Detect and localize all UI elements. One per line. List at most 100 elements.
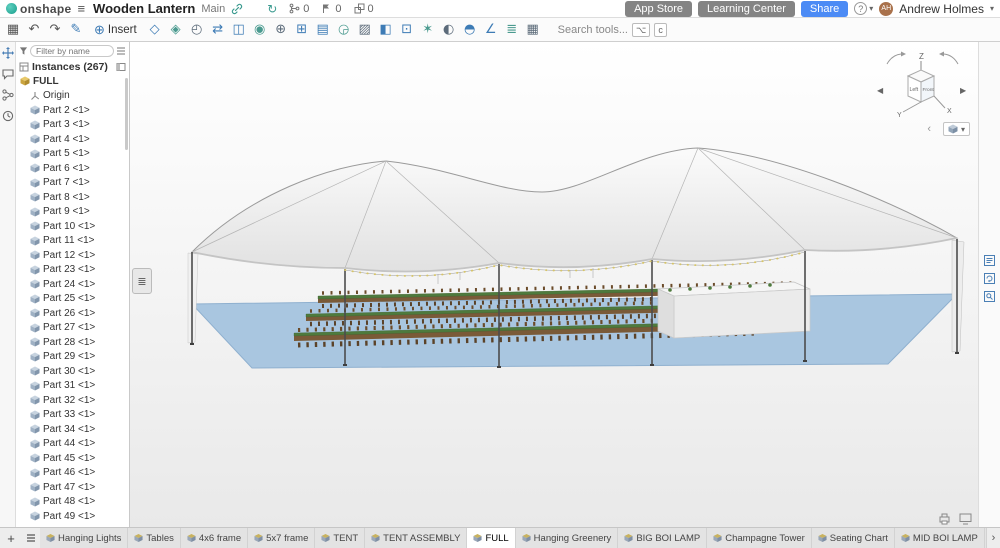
- document-tab[interactable]: Champagne Tower: [707, 528, 812, 548]
- document-tab[interactable]: TENT: [315, 528, 365, 548]
- panels-icon[interactable]: ▦: [3, 20, 23, 40]
- exploded-view-icon[interactable]: ✶: [418, 20, 438, 40]
- tree-origin[interactable]: Origin: [16, 89, 129, 104]
- standard-content-icon[interactable]: ◧: [376, 20, 396, 40]
- instance-row[interactable]: Part 12 <1>: [16, 248, 129, 263]
- add-tab-button[interactable]: +: [0, 528, 22, 548]
- section-view-icon[interactable]: ◓: [460, 20, 480, 40]
- model-viewport[interactable]: [130, 42, 978, 527]
- learning-center-button[interactable]: Learning Center: [698, 1, 795, 17]
- link-icon[interactable]: [231, 3, 243, 15]
- mate-connector-icon[interactable]: ⊕: [271, 20, 291, 40]
- document-tab[interactable]: Hanging Greenery: [516, 528, 619, 548]
- measure-icon[interactable]: ∠: [481, 20, 501, 40]
- list-options-icon[interactable]: [116, 46, 126, 56]
- instance-row[interactable]: Part 33 <1>: [16, 408, 129, 423]
- filter-input[interactable]: [30, 45, 114, 57]
- sync-panel-icon[interactable]: [983, 272, 996, 285]
- instance-row[interactable]: Part 3 <1>: [16, 118, 129, 133]
- tree-root-full[interactable]: FULL: [16, 74, 129, 89]
- bom-icon[interactable]: ≣: [502, 20, 522, 40]
- instance-row[interactable]: Part 34 <1>: [16, 422, 129, 437]
- mate-icon[interactable]: ◇: [145, 20, 165, 40]
- instance-row[interactable]: Part 6 <1>: [16, 161, 129, 176]
- insert-button[interactable]: ⊕ Insert: [87, 20, 144, 40]
- instance-row[interactable]: Part 45 <1>: [16, 451, 129, 466]
- document-tab[interactable]: Tables: [128, 528, 180, 548]
- document-tab[interactable]: Hanging Lights: [40, 528, 128, 548]
- replicate-icon[interactable]: ▨: [355, 20, 375, 40]
- instance-row[interactable]: Part 46 <1>: [16, 466, 129, 481]
- instance-row[interactable]: Part 29 <1>: [16, 350, 129, 365]
- instance-row[interactable]: Part 4 <1>: [16, 132, 129, 147]
- help-menu[interactable]: ? ▾: [854, 2, 873, 15]
- flag-counter[interactable]: 0: [321, 3, 341, 15]
- document-tab[interactable]: 5x7 frame: [248, 528, 315, 548]
- move-tool-icon[interactable]: [2, 47, 14, 59]
- document-menu-icon[interactable]: ≡: [77, 2, 85, 15]
- package-counter[interactable]: 0: [354, 3, 374, 15]
- group-icon[interactable]: ⊞: [292, 20, 312, 40]
- workspace-name[interactable]: Main: [201, 3, 225, 15]
- view-mode-dropdown[interactable]: ▾: [943, 122, 970, 136]
- instance-row[interactable]: Part 2 <1>: [16, 103, 129, 118]
- filter-funnel-icon[interactable]: [19, 46, 28, 56]
- instance-row[interactable]: Part 5 <1>: [16, 147, 129, 162]
- planar-mate-icon[interactable]: ◫: [229, 20, 249, 40]
- share-button[interactable]: Share: [801, 1, 848, 17]
- instance-row[interactable]: Part 48 <1>: [16, 495, 129, 510]
- branch-counter[interactable]: 0: [289, 3, 309, 15]
- document-tab[interactable]: Seating Chart: [812, 528, 895, 548]
- document-tab[interactable]: 4x6 frame: [181, 528, 248, 548]
- linear-pattern-icon[interactable]: ▤: [313, 20, 333, 40]
- rotate-right-icon[interactable]: ▶: [960, 86, 967, 95]
- document-tab[interactable]: BIG BOI LAMP: [618, 528, 707, 548]
- view-cube[interactable]: Z Left Front Y X ◀ ▶: [875, 46, 970, 124]
- instance-row[interactable]: Part 27 <1>: [16, 321, 129, 336]
- avatar[interactable]: AH: [879, 2, 893, 16]
- instance-row[interactable]: Part 26 <1>: [16, 306, 129, 321]
- app-store-button[interactable]: App Store: [625, 1, 692, 17]
- circular-pattern-icon[interactable]: ◶: [334, 20, 354, 40]
- panel-scrollbar[interactable]: [125, 78, 128, 150]
- tab-manager-icon[interactable]: [22, 528, 40, 548]
- instance-row[interactable]: Part 11 <1>: [16, 234, 129, 249]
- onshape-logo[interactable]: onshape: [6, 2, 71, 16]
- instance-row[interactable]: Part 7 <1>: [16, 176, 129, 191]
- print-icon[interactable]: [938, 513, 951, 525]
- slider-mate-icon[interactable]: ⇄: [208, 20, 228, 40]
- instance-row[interactable]: Part 24 <1>: [16, 277, 129, 292]
- instance-row[interactable]: Part 23 <1>: [16, 263, 129, 278]
- user-name[interactable]: Andrew Holmes: [899, 2, 984, 16]
- instance-row[interactable]: Part 47 <1>: [16, 480, 129, 495]
- graphics-area[interactable]: Z Left Front Y X ◀ ▶ ‹ ▾ ≣: [130, 42, 978, 527]
- fastened-mate-icon[interactable]: ◈: [166, 20, 186, 40]
- redo-icon[interactable]: ↷: [45, 20, 65, 40]
- collapse-panel-icon[interactable]: [116, 62, 126, 72]
- marker-icon[interactable]: ✎: [66, 20, 86, 40]
- search-tools[interactable]: Search tools... ⌥ c: [558, 23, 667, 37]
- instance-row[interactable]: Part 32 <1>: [16, 393, 129, 408]
- canvas-widget-handle[interactable]: ≣: [132, 268, 152, 294]
- instance-row[interactable]: Part 30 <1>: [16, 364, 129, 379]
- instance-row[interactable]: Part 28 <1>: [16, 335, 129, 350]
- tab-scroll-right[interactable]: ›: [986, 528, 1000, 548]
- instance-row[interactable]: Part 25 <1>: [16, 292, 129, 307]
- history-icon[interactable]: [2, 110, 14, 122]
- sync-icon[interactable]: ↻: [267, 2, 277, 16]
- snapshot-icon[interactable]: ⊡: [397, 20, 417, 40]
- instance-row[interactable]: Part 49 <1>: [16, 509, 129, 524]
- named-views-icon[interactable]: ▦: [523, 20, 543, 40]
- comment-icon[interactable]: [2, 68, 14, 80]
- instance-row[interactable]: Part 8 <1>: [16, 190, 129, 205]
- document-tab[interactable]: MID BOI LAMP: [895, 528, 985, 548]
- instance-row[interactable]: Part 44 <1>: [16, 437, 129, 452]
- rotate-left-icon[interactable]: ◀: [877, 86, 884, 95]
- search-panel-icon[interactable]: [983, 290, 996, 303]
- chevron-left-icon[interactable]: ‹: [927, 123, 931, 135]
- undo-icon[interactable]: ↶: [24, 20, 44, 40]
- display-states-icon[interactable]: ◐: [439, 20, 459, 40]
- document-tab[interactable]: FULL: [467, 528, 515, 548]
- ball-mate-icon[interactable]: ◉: [250, 20, 270, 40]
- instance-row[interactable]: Part 10 <1>: [16, 219, 129, 234]
